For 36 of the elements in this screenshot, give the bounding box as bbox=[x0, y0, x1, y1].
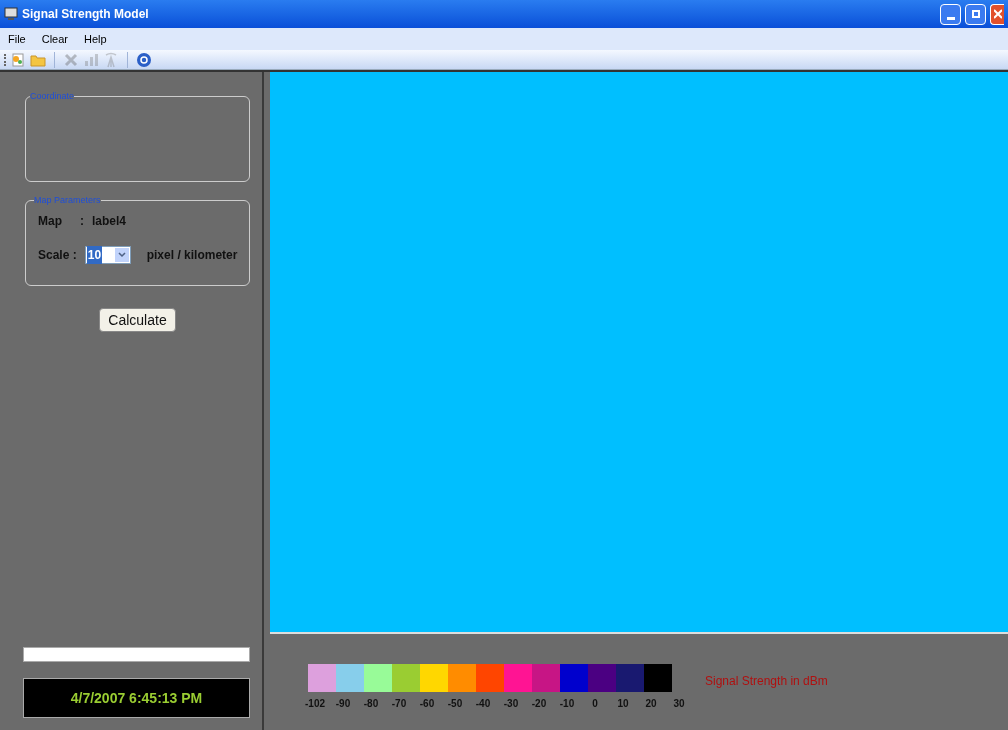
window-title: Signal Strength Model bbox=[22, 6, 149, 23]
new-file-icon[interactable] bbox=[10, 51, 26, 68]
group-title: Map Parameters bbox=[34, 194, 101, 207]
legend-tick: -40 bbox=[474, 697, 492, 711]
legend-tick: 0 bbox=[591, 697, 599, 711]
legend-tick: 30 bbox=[672, 697, 686, 711]
legend-tick: 20 bbox=[644, 697, 658, 711]
close-icon bbox=[993, 9, 1002, 19]
help-icon[interactable] bbox=[136, 51, 152, 68]
legend-tick: -70 bbox=[390, 697, 408, 711]
legend-tick: -50 bbox=[446, 697, 464, 711]
legend-tick: -20 bbox=[530, 697, 548, 711]
scale-dropdown[interactable]: 10 bbox=[84, 245, 131, 264]
separator-colon: : bbox=[80, 212, 84, 230]
legend-tick: -10 bbox=[558, 697, 576, 711]
calculate-button[interactable]: Calculate bbox=[99, 308, 176, 332]
map-label: Map bbox=[38, 212, 63, 230]
minimize-button[interactable] bbox=[940, 3, 961, 25]
legend-tick: 10 bbox=[616, 697, 630, 711]
legend-title: Signal Strength in dBm bbox=[705, 673, 828, 690]
menu-item[interactable]: File bbox=[8, 30, 26, 48]
legend-tick: -80 bbox=[362, 697, 380, 711]
group-title: Coordinate bbox=[30, 90, 75, 103]
close-button[interactable] bbox=[990, 3, 1004, 25]
map-value: label4 bbox=[92, 212, 127, 230]
scale-label: Scale : bbox=[38, 246, 77, 264]
scale-unit: pixel / kilometer bbox=[146, 246, 238, 264]
legend-tick: -60 bbox=[418, 697, 436, 711]
menu-item[interactable]: Clear bbox=[41, 30, 69, 48]
clock-display: 4/7/2007 6:45:13 PM bbox=[23, 678, 250, 718]
restore-button[interactable] bbox=[965, 3, 986, 25]
legend-tick: -102 bbox=[304, 697, 326, 711]
monitor-icon bbox=[4, 7, 18, 21]
legend-tick: -30 bbox=[502, 697, 520, 711]
menu-item[interactable]: Help bbox=[84, 30, 107, 48]
legend-tick: -90 bbox=[334, 697, 352, 711]
